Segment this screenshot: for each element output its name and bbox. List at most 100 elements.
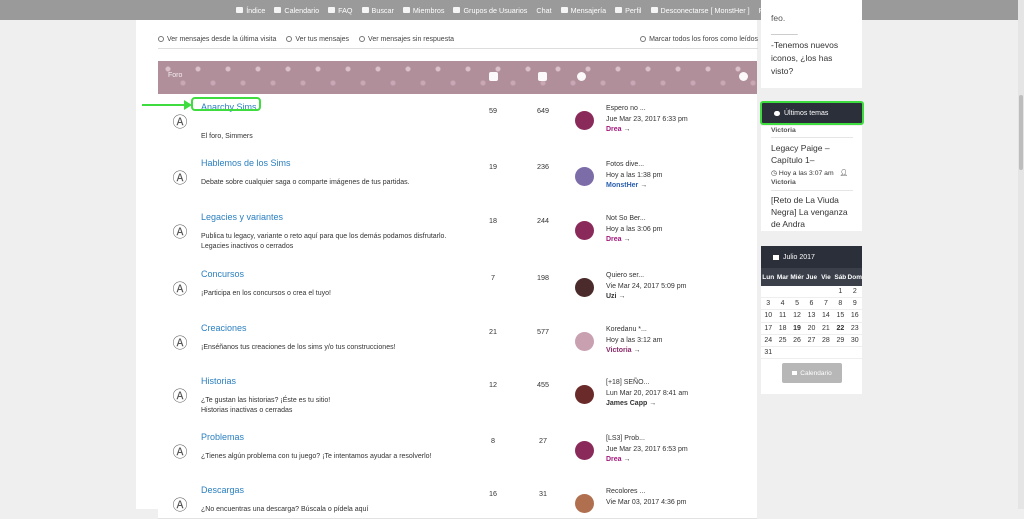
calendar-day[interactable]: 2	[847, 286, 862, 299]
latest-topic-link[interactable]: de Andra	[771, 218, 805, 230]
topic-count: 18	[489, 216, 497, 225]
avatar[interactable]	[575, 494, 594, 513]
forum-title-link[interactable]: Hablemos de los Sims	[201, 158, 291, 168]
calendar-day[interactable]: 9	[847, 298, 862, 311]
last-post-title[interactable]: Recolores ...	[606, 487, 686, 498]
last-post-user[interactable]: Uzi	[606, 293, 617, 300]
calendar-day[interactable]: 30	[847, 335, 862, 347]
latest-topic-link[interactable]: Negra] La venganza	[771, 206, 848, 218]
arrow-right-icon[interactable]: →	[624, 126, 631, 133]
avatar[interactable]	[575, 167, 594, 186]
forum-description[interactable]: Legacies inactivos o cerrados	[201, 242, 293, 252]
calendar-day[interactable]: 25	[775, 335, 790, 347]
last-post-title[interactable]: Not So Ber...	[606, 214, 662, 225]
forum-title-link[interactable]: Legacies y variantes	[201, 212, 283, 222]
calendar-day[interactable]: 24	[761, 335, 776, 347]
calendar-day[interactable]: 1	[833, 286, 848, 299]
calendar-day[interactable]: 14	[818, 310, 834, 323]
nav-item[interactable]: Desconectarse [ MonstHer ]	[650, 6, 750, 15]
arrow-right-icon[interactable]: →	[649, 400, 656, 407]
last-post-title[interactable]: Fotos dive...	[606, 160, 662, 171]
nav-item[interactable]: Buscar	[361, 6, 394, 15]
latest-topic-link[interactable]: Capítulo 1–	[771, 154, 814, 166]
calendar-day[interactable]: 5	[789, 298, 805, 311]
calendar-day[interactable]: 10	[761, 310, 776, 323]
since-last-visit-link[interactable]: Ver mensajes desde la última visita	[158, 36, 276, 43]
avatar[interactable]	[575, 332, 594, 351]
mark-all-read-link[interactable]: Marcar todos los foros como leídos	[640, 36, 758, 43]
nav-item[interactable]: Grupos de Usuarios	[453, 6, 527, 15]
topic-count: 21	[489, 327, 497, 336]
avatar[interactable]	[575, 278, 594, 297]
collapse-icon[interactable]	[739, 72, 748, 81]
latest-topic-link[interactable]: [Reto de La Viuda	[771, 194, 839, 206]
calendar-day[interactable]: 3	[761, 298, 776, 311]
forum-title-link[interactable]: Descargas	[201, 485, 244, 495]
nav-item[interactable]: Mensajería	[560, 6, 606, 15]
last-post-user[interactable]: James Capp	[606, 400, 647, 407]
avatar[interactable]	[575, 111, 594, 130]
your-posts-link[interactable]: Ver tus mensajes	[286, 36, 349, 43]
scrollbar-thumb[interactable]	[1019, 95, 1023, 170]
calendar-day[interactable]: 13	[804, 310, 819, 323]
last-post-title[interactable]: Quiero ser...	[606, 271, 686, 282]
calendar-day[interactable]: 8	[833, 298, 848, 311]
last-post-user[interactable]: Victoria	[606, 347, 632, 354]
forum-title-link[interactable]: Problemas	[201, 432, 244, 442]
calendar-day[interactable]: 16	[847, 310, 862, 323]
forum-title-link[interactable]: Creaciones	[201, 323, 247, 333]
calendar-day[interactable]: 18	[775, 323, 790, 335]
forum-title-link[interactable]: Historias	[201, 376, 236, 386]
avatar[interactable]	[575, 385, 594, 404]
last-post-title[interactable]: [LS3] Prob...	[606, 434, 688, 445]
avatar[interactable]	[575, 441, 594, 460]
calendar-button[interactable]: Calendario	[782, 363, 842, 383]
arrow-right-icon[interactable]: →	[624, 456, 631, 463]
latest-topic-link[interactable]: Legacy Paige –	[771, 142, 830, 154]
last-post-user[interactable]: MonstHer	[606, 182, 638, 189]
forum-title-link[interactable]: Concursos	[201, 269, 244, 279]
scrollbar[interactable]	[1018, 0, 1024, 509]
latest-topics-header[interactable]: Últimos temas	[760, 101, 864, 125]
calendar-day[interactable]: 21	[818, 323, 834, 335]
calendar-day[interactable]: 19	[789, 323, 805, 335]
latest-user[interactable]: Victoria	[771, 127, 796, 134]
calendar-day[interactable]: 4	[775, 298, 790, 311]
forum-row: Ⓐ Historias ¿Te gustan las historias? ¡Ést…	[158, 369, 757, 426]
last-post-user[interactable]: Drea	[606, 456, 622, 463]
unanswered-link[interactable]: Ver mensajes sin respuesta	[359, 36, 454, 43]
avatar[interactable]	[575, 221, 594, 240]
nav-item[interactable]: FAQ	[328, 6, 353, 15]
nav-item[interactable]: Calendario	[274, 6, 319, 15]
weekday-label: Vie	[821, 273, 831, 281]
calendar-day[interactable]: 31	[761, 347, 776, 360]
forum-description[interactable]: Historias inactivas o cerradas	[201, 406, 292, 416]
calendar-day[interactable]: 7	[818, 298, 834, 311]
last-post-title[interactable]: [+18] SEÑO...	[606, 378, 688, 389]
arrow-right-icon[interactable]: →	[640, 182, 647, 189]
calendar-day[interactable]: 20	[804, 323, 819, 335]
calendar-day[interactable]: 6	[804, 298, 819, 311]
calendar-day[interactable]: 22	[833, 323, 848, 335]
arrow-right-icon[interactable]: →	[634, 347, 641, 354]
calendar-day[interactable]: 11	[775, 310, 790, 323]
arrow-right-icon[interactable]: →	[624, 236, 631, 243]
calendar-day[interactable]: 27	[804, 335, 819, 347]
arrow-right-icon[interactable]: →	[618, 293, 625, 300]
nav-item[interactable]: Índice	[236, 6, 265, 15]
calendar-day[interactable]: 12	[789, 310, 805, 323]
calendar-day[interactable]: 29	[833, 335, 848, 347]
nav-item[interactable]: Chat	[536, 6, 551, 15]
calendar-day[interactable]: 23	[847, 323, 862, 335]
latest-user[interactable]: Victoria	[771, 179, 796, 186]
last-post-title[interactable]: Espero no ...	[606, 104, 688, 115]
calendar-day[interactable]: 17	[761, 323, 776, 335]
nav-item[interactable]: Miembros	[402, 6, 444, 15]
calendar-day[interactable]: 28	[818, 335, 834, 347]
nav-item[interactable]: Perfil	[615, 6, 642, 15]
last-post-user[interactable]: Drea	[606, 236, 622, 243]
calendar-day[interactable]: 15	[833, 310, 848, 323]
calendar-day[interactable]: 26	[789, 335, 805, 347]
last-post-title[interactable]: Koredanu *...	[606, 325, 662, 336]
last-post-user[interactable]: Drea	[606, 126, 622, 133]
